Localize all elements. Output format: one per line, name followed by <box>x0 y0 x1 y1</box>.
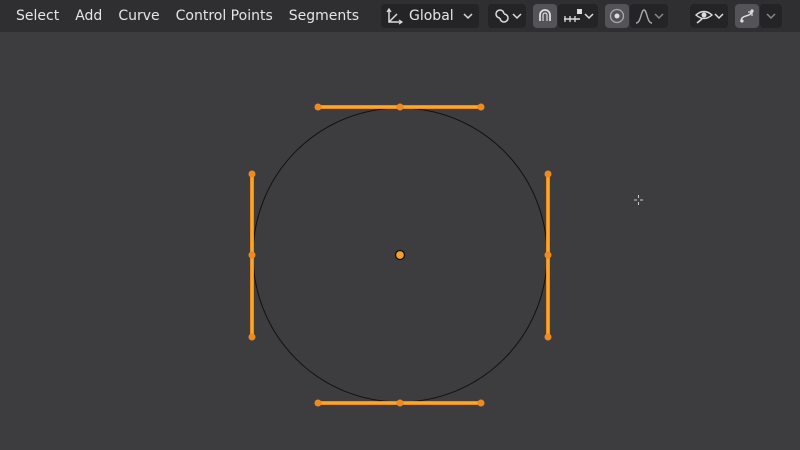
handle-point[interactable] <box>477 103 485 111</box>
menu-curve[interactable]: Curve <box>110 4 167 28</box>
transform-orientation-icon <box>385 6 405 26</box>
transform-orientation-dropdown[interactable]: Global <box>381 4 479 28</box>
control-point[interactable] <box>248 251 256 259</box>
handle-point[interactable] <box>248 170 256 178</box>
object-origin[interactable] <box>394 249 406 261</box>
control-point-bottom[interactable] <box>314 399 485 407</box>
control-point-top[interactable] <box>314 103 485 111</box>
proportional-falloff-dropdown[interactable] <box>630 4 668 28</box>
viewport-scene <box>248 103 643 407</box>
handle-point[interactable] <box>477 399 485 407</box>
overlay-toggle[interactable] <box>735 4 759 28</box>
control-point[interactable] <box>396 103 404 111</box>
control-point[interactable] <box>396 399 404 407</box>
handle-point[interactable] <box>314 103 322 111</box>
chevron-down-icon <box>714 11 724 21</box>
handle-point[interactable] <box>248 333 256 341</box>
snap-increment-icon <box>562 7 584 25</box>
transform-orientation-label: Global <box>409 8 454 24</box>
header-menu: Select Add Curve Control Points Segments <box>8 4 367 28</box>
handle-point[interactable] <box>544 333 552 341</box>
proportional-falloff-icon <box>634 7 654 25</box>
snap-toggle[interactable] <box>533 4 557 28</box>
visibility-icon <box>694 7 714 25</box>
handle-point[interactable] <box>314 399 322 407</box>
pivot-point-dropdown[interactable] <box>488 4 526 28</box>
control-point-right[interactable] <box>544 170 552 341</box>
snap-target-dropdown[interactable] <box>558 4 598 28</box>
snap-icon <box>536 7 554 25</box>
3d-cursor-icon <box>634 195 643 205</box>
chevron-down-icon <box>512 11 522 21</box>
chevron-down-icon <box>766 11 776 21</box>
3d-viewport[interactable] <box>0 32 800 450</box>
proportional-editing-toggle[interactable] <box>605 4 629 28</box>
chevron-down-icon <box>463 11 473 21</box>
menu-segments[interactable]: Segments <box>281 4 367 28</box>
chevron-down-icon <box>654 11 664 21</box>
overlay-icon <box>738 7 756 25</box>
menu-control-points[interactable]: Control Points <box>168 4 281 28</box>
pivot-point-icon <box>492 6 512 26</box>
control-point-left[interactable] <box>248 170 256 341</box>
handle-point[interactable] <box>544 170 552 178</box>
overlay-dropdown[interactable] <box>760 4 782 28</box>
header-bar: Select Add Curve Control Points Segments… <box>0 0 800 32</box>
menu-select[interactable]: Select <box>8 4 67 28</box>
menu-add[interactable]: Add <box>67 4 110 28</box>
visibility-dropdown[interactable] <box>690 4 728 28</box>
chevron-down-icon <box>584 11 594 21</box>
control-point[interactable] <box>544 251 552 259</box>
proportional-editing-icon <box>608 7 626 25</box>
